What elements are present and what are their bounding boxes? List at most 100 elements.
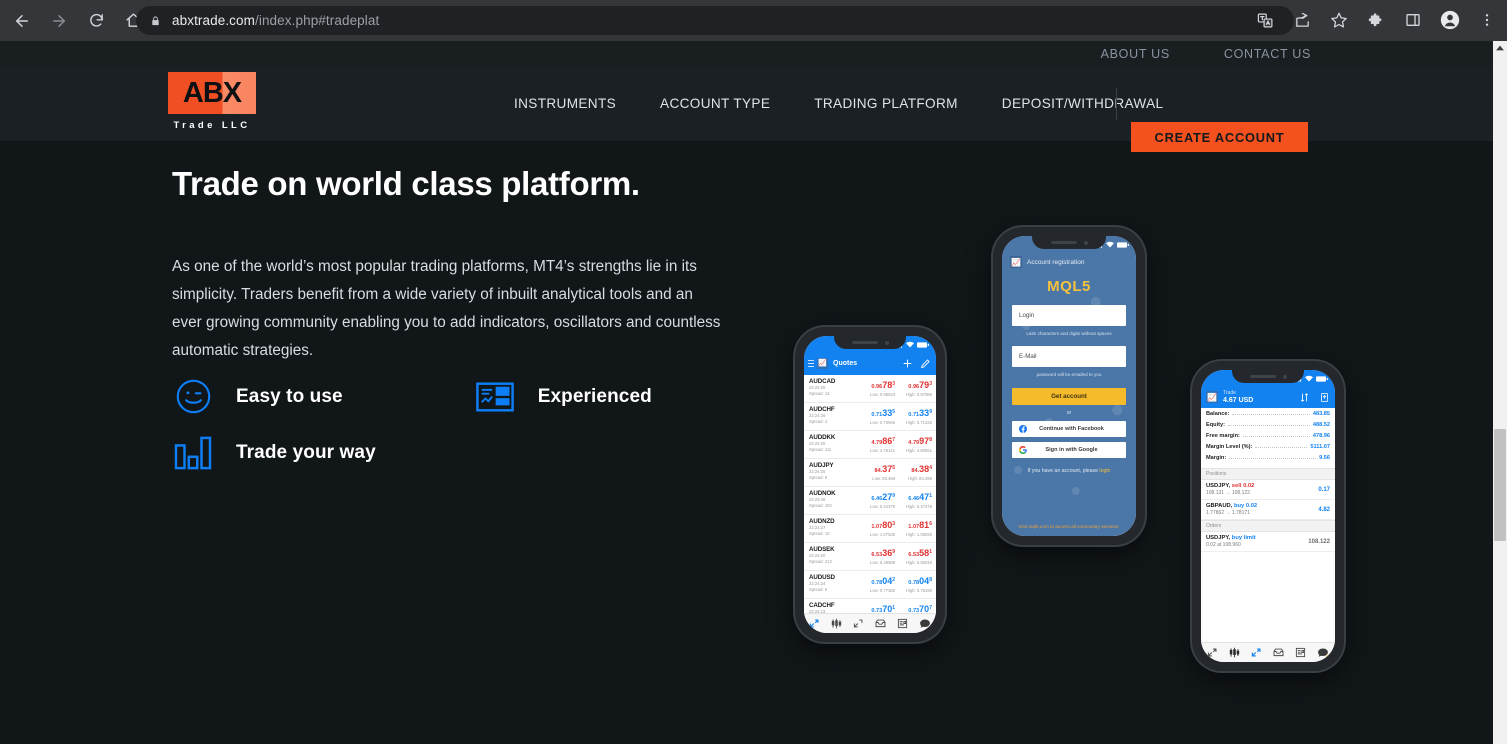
chat-tab[interactable] [919, 618, 933, 631]
quote-ask-block: 0.96793 High: 0.97088 [895, 378, 932, 399]
quote-ask-sup: 4 [929, 464, 932, 471]
utility-link-about-us[interactable]: ABOUT US [1101, 47, 1170, 61]
email-input[interactable]: E-Mail [1012, 346, 1126, 367]
document-icon[interactable] [1320, 392, 1329, 402]
scroll-up-arrow-icon[interactable] [1493, 41, 1507, 55]
login-input[interactable]: Login [1012, 305, 1126, 326]
quote-ask-block: 84.384 High: 84.498 [895, 462, 932, 483]
address-bar[interactable]: abxtrade.com/index.php#tradeplat [136, 6, 1294, 35]
battery-icon [917, 341, 929, 348]
reload-button[interactable] [81, 6, 111, 36]
mailbox-icon[interactable] [1273, 647, 1284, 658]
plus-icon[interactable] [903, 359, 912, 368]
mailbox-icon[interactable] [875, 618, 886, 629]
pencil-icon[interactable] [921, 358, 930, 368]
trade-icon[interactable] [853, 618, 864, 629]
quote-symbol: AUDCHF [809, 406, 835, 413]
quote-row[interactable]: AUDNZD 22:24:27 Spread: 10 1.07803 Low: … [804, 515, 936, 543]
quote-bid-big: 70 [882, 603, 893, 614]
notch-camera [1282, 374, 1287, 379]
quote-ask-prefix: 0.71 [908, 411, 920, 418]
sort-icon[interactable] [1300, 392, 1309, 402]
quote-bid: 0.78042 [871, 576, 895, 588]
quote-row[interactable]: AUDDKK 22:24:25 Spread: 111 4.79867 Low:… [804, 431, 936, 459]
quote-spread: Spread: 4 [809, 419, 828, 424]
quotes-icon[interactable] [1251, 647, 1262, 658]
continue-with-facebook-button[interactable]: Continue with Facebook [1012, 421, 1126, 437]
quote-bid-prefix: 6.46 [871, 495, 883, 502]
quote-bid: 0.96783 [871, 380, 895, 392]
nav-item-instruments[interactable]: INSTRUMENTS [492, 96, 638, 111]
nav-item-account-type[interactable]: ACCOUNT TYPE [638, 96, 792, 111]
quote-bid-prefix: 0.78 [871, 579, 883, 586]
quote-ask-sup: 1 [929, 492, 932, 499]
scrollbar-thumb[interactable] [1494, 429, 1506, 541]
more-menu-icon[interactable] [1473, 6, 1501, 34]
summary-label: Equity: [1206, 422, 1225, 428]
hamburger-icon[interactable] [808, 358, 814, 369]
profile-avatar-icon[interactable] [1436, 6, 1464, 34]
quote-row[interactable]: AUDCAD 22:24:25 Spread: 13 0.96783 Low: … [804, 375, 936, 403]
extensions-puzzle-icon[interactable] [1362, 6, 1390, 34]
charts-icon[interactable] [1229, 647, 1240, 658]
phone-screen-quotes: 📈 Quotes AUDCAD 22:24:25 Spread: 13 0.96… [804, 336, 936, 633]
quote-low: Low: 0.77366 [869, 588, 896, 594]
get-account-button[interactable]: Get account [1012, 388, 1126, 405]
logo-text: ABX [182, 76, 242, 109]
quote-ask-prefix: 6.46 [908, 495, 920, 502]
share-icon[interactable] [1288, 6, 1316, 34]
quote-bid-prefix: 0.96 [871, 383, 883, 390]
position-row[interactable]: GBPAUD, buy 0.02 1.77862 → 1.78171 4.82 [1201, 500, 1335, 520]
quote-row[interactable]: AUDJPY 22:24:25 Spread: 9 84.375 Low: 83… [804, 459, 936, 487]
position-row[interactable]: USDJPY, sell 0.02 108.131 → 108.122 0.17 [1201, 480, 1335, 500]
summary-dots [1232, 414, 1310, 415]
quote-spread: Spread: 10 [809, 531, 830, 536]
quote-row[interactable]: AUDSEK 22:24:20 Spread: 212 6.53369 Low:… [804, 543, 936, 571]
quote-row[interactable]: AUDUSD 22:24:24 Spread: 6 0.78042 Low: 0… [804, 571, 936, 599]
site-logo[interactable]: ABX Trade LLC [168, 72, 256, 131]
create-account-button[interactable]: CREATE ACCOUNT [1131, 122, 1308, 152]
quote-row[interactable]: AUDCHF 22:24:26 Spread: 4 0.71335 Low: 0… [804, 403, 936, 431]
news-icon[interactable] [897, 618, 908, 629]
summary-label: Margin Level (%): [1206, 444, 1253, 450]
quote-symbol-block: AUDNOK 22:23:46 Spread: 192 [809, 490, 858, 511]
translate-icon[interactable] [1251, 6, 1279, 34]
back-button[interactable] [7, 6, 37, 36]
quote-row[interactable]: AUDNOK 22:23:46 Spread: 192 6.46279 Low:… [804, 487, 936, 515]
quote-high: High: 0.97088 [905, 392, 932, 398]
summary-row: Margin: 9.56 [1206, 455, 1330, 466]
quote-ask-prefix: 0.78 [908, 579, 920, 586]
quote-ask-prefix: 1.07 [908, 523, 920, 530]
login-link[interactable]: login [1099, 468, 1110, 474]
feature-row-2: Trade your way [172, 436, 692, 470]
quote-ask-big: 79 [919, 379, 930, 390]
google-label: Sign in with Google [1045, 447, 1098, 453]
mql5-brand: MQL5 [1002, 278, 1136, 295]
summary-value: 478.96 [1312, 433, 1330, 439]
nav-item-deposit-withdrawal[interactable]: DEPOSIT/WITHDRAWAL [980, 96, 1186, 111]
bookmark-star-icon[interactable] [1325, 6, 1353, 34]
trade-icon[interactable] [1207, 647, 1218, 658]
summary-value: 5111.07 [1310, 444, 1330, 450]
position-range: 108.131 → 108.122 [1206, 490, 1250, 496]
chat-tab[interactable] [1317, 647, 1332, 660]
quote-low: Low: 6.49589 [869, 560, 896, 566]
charts-icon[interactable] [831, 618, 842, 629]
position-symbol-text: GBPAUD, [1206, 503, 1233, 509]
order-row[interactable]: USDJPY, buy limit 0.02 at 108.960 108.12… [1201, 532, 1335, 552]
quote-ask-sup: 9 [929, 408, 932, 415]
footer-link[interactable]: mql5.com [1028, 524, 1048, 529]
news-icon[interactable] [1295, 647, 1306, 658]
forward-button[interactable] [44, 6, 74, 36]
order-symbol-text: USDJPY, [1206, 535, 1231, 541]
quotes-icon[interactable] [809, 618, 820, 629]
page-scrollbar[interactable] [1493, 41, 1507, 744]
nav-item-trading-platform[interactable]: TRADING PLATFORM [792, 96, 980, 111]
page-title: Trade on world class platform. [172, 165, 640, 202]
utility-link-contact-us[interactable]: CONTACT US [1224, 47, 1311, 61]
quote-ask-prefix: 0.96 [908, 383, 920, 390]
summary-row: Margin Level (%): 5111.07 [1206, 444, 1330, 455]
side-panel-icon[interactable] [1399, 6, 1427, 34]
hero-paragraph: As one of the world’s most popular tradi… [172, 258, 721, 359]
sign-in-with-google-button[interactable]: Sign in with Google [1012, 442, 1126, 458]
